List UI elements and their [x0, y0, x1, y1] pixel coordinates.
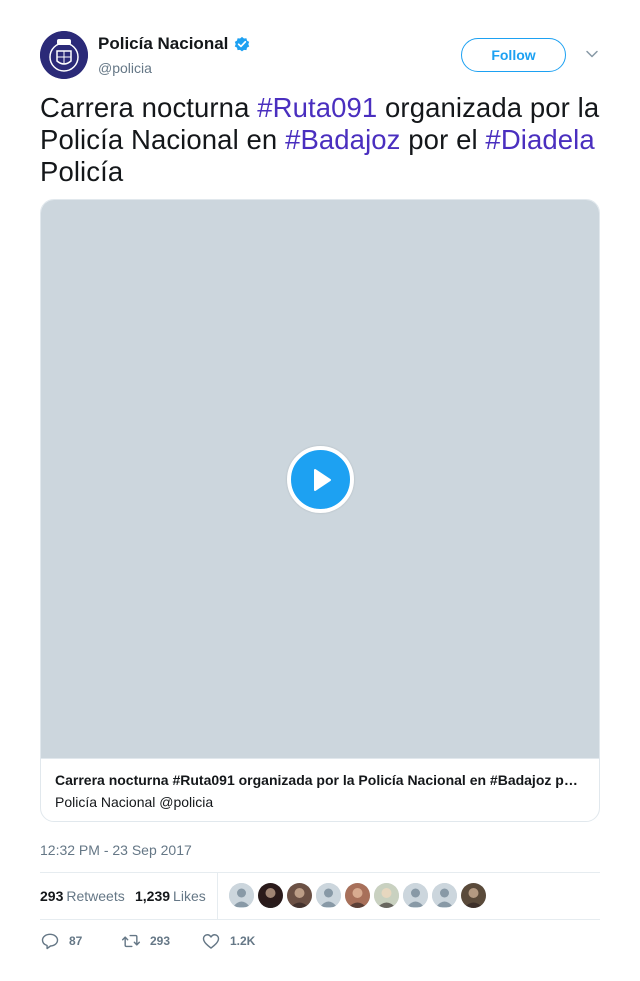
account-avatar[interactable]: [40, 31, 88, 79]
likes-label: Likes: [173, 888, 206, 904]
police-badge-icon: [40, 31, 88, 79]
user-avatar-icon[interactable]: [374, 883, 399, 908]
play-button[interactable]: [287, 446, 354, 513]
reply-action[interactable]: 87: [40, 928, 82, 954]
account-handle[interactable]: @policia: [98, 59, 152, 77]
likes-stat[interactable]: 1,239 Likes: [135, 887, 206, 905]
user-avatar-icon[interactable]: [258, 883, 283, 908]
default-avatar-icon[interactable]: [316, 883, 341, 908]
tweet-timestamp[interactable]: 12:32 PM - 23 Sep 2017: [40, 841, 192, 859]
user-avatar-icon[interactable]: [461, 883, 486, 908]
tweet-text-segment: por el: [400, 124, 486, 155]
retweets-count: 293: [40, 888, 64, 904]
name-row: Policía Nacional: [98, 34, 251, 54]
hashtag-link[interactable]: #Badajoz: [285, 124, 400, 155]
card-source: Policía Nacional @policia: [55, 794, 214, 810]
tweet-text-segment: Policía: [40, 156, 124, 187]
stats-separator: [217, 873, 218, 919]
video-card[interactable]: Carrera nocturna #Ruta091 organizada por…: [40, 199, 600, 822]
retweets-stat[interactable]: 293 Retweets: [40, 887, 125, 905]
heart-icon: [202, 934, 220, 949]
chevron-down-icon[interactable]: [584, 46, 600, 62]
play-icon: [313, 468, 331, 491]
default-avatar-icon[interactable]: [229, 883, 254, 908]
tweet-header: Policía Nacional @policia Follow: [40, 31, 600, 79]
likes-count: 1,239: [135, 888, 171, 904]
verified-badge-icon: [235, 36, 250, 52]
reply-count: 87: [69, 934, 83, 948]
user-avatar-icon[interactable]: [287, 883, 312, 908]
card-title[interactable]: Carrera nocturna #Ruta091 organizada por…: [55, 771, 585, 789]
reply-icon: [41, 933, 59, 950]
like-count: 1.2K: [230, 934, 256, 948]
default-avatar-icon[interactable]: [432, 883, 457, 908]
follow-button[interactable]: Follow: [461, 38, 566, 72]
hashtag-link[interactable]: #Diadela: [485, 124, 594, 155]
retweet-icon: [121, 934, 141, 948]
tweet-text: Carrera nocturna #Ruta091 organizada por…: [40, 92, 610, 188]
engagement-stats: 293 Retweets 1,239 Likes: [40, 873, 600, 919]
tweet-text-segment: Carrera nocturna: [40, 92, 258, 123]
divider: [40, 919, 600, 920]
retweet-action[interactable]: 293: [121, 928, 170, 954]
user-avatar-icon[interactable]: [345, 883, 370, 908]
video-player[interactable]: [41, 200, 599, 759]
default-avatar-icon[interactable]: [403, 883, 428, 908]
display-name[interactable]: Policía Nacional: [98, 34, 228, 54]
retweet-count: 293: [150, 934, 171, 948]
hashtag-link[interactable]: #Ruta091: [257, 92, 377, 123]
retweets-label: Retweets: [66, 888, 125, 904]
like-action[interactable]: 1.2K: [201, 928, 255, 954]
liker-avatars: [229, 883, 490, 908]
